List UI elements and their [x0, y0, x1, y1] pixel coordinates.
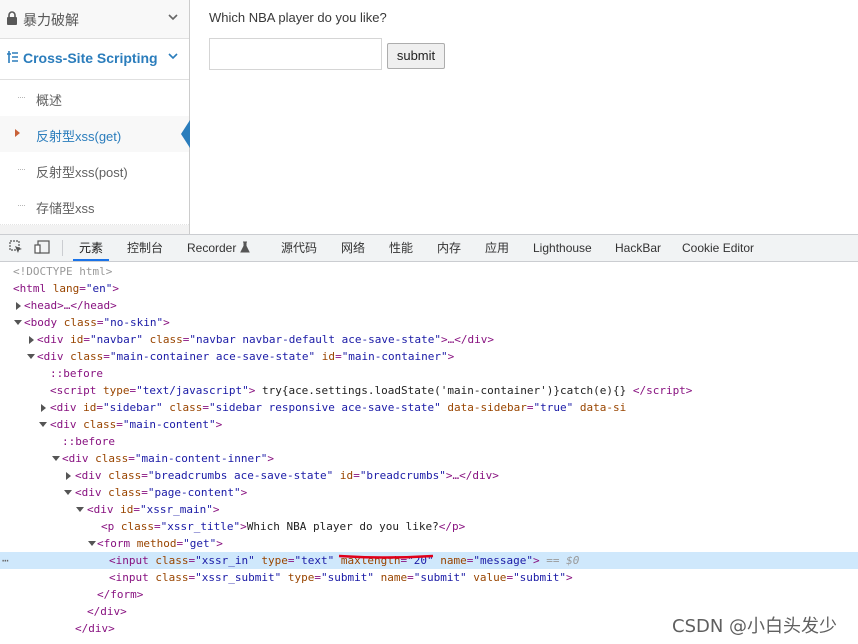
tab-cookie-editor[interactable]: Cookie Editor — [682, 235, 754, 261]
tab-lighthouse[interactable]: Lighthouse — [533, 235, 592, 261]
sidebar-item-label: 反射型xss(post) — [36, 165, 128, 180]
pseudo-element-text: ::before — [50, 367, 103, 380]
chevron-down-icon — [167, 49, 179, 65]
dom-node[interactable]: <div id="xssr_main"> — [0, 501, 858, 518]
node-text: <head>…</head> — [24, 299, 117, 312]
collapse-arrow-icon[interactable] — [27, 354, 35, 359]
csdn-watermark: CSDN @小白头发少 — [672, 616, 838, 637]
sidebar-item-xss[interactable]: Cross-Site Scripting — [0, 39, 189, 80]
sidebar-item-label: Cross-Site Scripting — [23, 50, 158, 66]
dom-node[interactable]: </form> — [0, 586, 858, 603]
dom-node[interactable]: <div class="main-content-inner"> — [0, 450, 858, 467]
tab-console[interactable]: 控制台 — [127, 235, 163, 261]
closing-tag-div: </div> — [87, 605, 127, 618]
dom-node[interactable]: <div class="main-content"> — [0, 416, 858, 433]
active-marker — [181, 120, 190, 148]
node-text: <div id="navbar" class="navbar navbar-de… — [37, 333, 495, 346]
dom-node[interactable]: <div id="sidebar" class="sidebar respons… — [0, 399, 858, 416]
dom-node[interactable]: <div class="main-container ace-save-stat… — [0, 348, 858, 365]
node-text: <div class="main-container ace-save-stat… — [37, 350, 455, 363]
lock-icon — [6, 11, 18, 28]
dom-node[interactable]: <div class="breadcrumbs ace-save-state" … — [0, 467, 858, 484]
collapse-arrow-icon[interactable] — [64, 490, 72, 495]
expand-arrow-icon[interactable] — [66, 472, 71, 480]
sidebar-item-brute-force[interactable]: 暴力破解 — [0, 0, 189, 39]
node-text: <p class="xssr_title">Which NBA player d… — [101, 520, 466, 533]
sidebar-item-stored-xss[interactable]: 存储型xss — [0, 188, 189, 225]
collapse-arrow-icon[interactable] — [88, 541, 96, 546]
node-text: <div class="main-content"> — [50, 418, 223, 431]
list-icon — [6, 50, 19, 67]
sidebar-item-reflected-xss-get[interactable]: 反射型xss(get) — [0, 116, 190, 153]
node-text: <input class="xssr_submit" type="submit"… — [109, 571, 573, 584]
web-page: 暴力破解 Cross-Site Scripting 概述 反射型xss(get) — [0, 0, 858, 234]
sidebar-item-overview[interactable]: 概述 — [0, 80, 189, 117]
collapse-arrow-icon[interactable] — [39, 422, 47, 427]
tab-application[interactable]: 应用 — [485, 235, 509, 261]
chevron-down-icon — [167, 10, 179, 26]
node-text: <body class="no-skin"> — [24, 316, 170, 329]
pseudo-element-text: ::before — [62, 435, 115, 448]
submit-button[interactable]: submit — [387, 43, 445, 69]
more-options-icon[interactable]: ⋯ — [2, 552, 9, 569]
tab-network[interactable]: 网络 — [341, 235, 365, 261]
sidebar-item-label: 存储型xss — [36, 201, 95, 216]
collapse-arrow-icon[interactable] — [14, 320, 22, 325]
tab-hackbar[interactable]: HackBar — [615, 235, 661, 261]
node-text: <html lang="en"> — [13, 282, 119, 295]
tree-line — [18, 205, 25, 206]
dom-node[interactable]: <body class="no-skin"> — [0, 314, 858, 331]
page-question: Which NBA player do you like? — [209, 10, 387, 25]
dom-node[interactable]: <head>…</head> — [0, 297, 858, 314]
toolbar-separator — [62, 240, 63, 256]
sidebar-item-label: 暴力破解 — [23, 12, 79, 28]
sidebar: 暴力破解 Cross-Site Scripting 概述 反射型xss(get) — [0, 0, 190, 234]
node-text: <div id="xssr_main"> — [87, 503, 220, 516]
doctype-text: <!DOCTYPE html> — [13, 265, 113, 278]
dom-node[interactable]: <!DOCTYPE html> — [0, 263, 858, 280]
dom-node[interactable]: <div class="page-content"> — [0, 484, 858, 501]
collapse-arrow-icon[interactable] — [52, 456, 60, 461]
sidebar-item-label: 概述 — [36, 93, 63, 108]
tab-elements[interactable]: 元素 — [73, 235, 110, 261]
device-toolbar-icon[interactable] — [34, 240, 50, 257]
expand-arrow-icon[interactable] — [29, 336, 34, 344]
tree-line — [18, 169, 25, 170]
dom-tree: <!DOCTYPE html> <html lang="en"> <head>…… — [0, 262, 858, 644]
node-text: <div class="breadcrumbs ace-save-state" … — [75, 469, 499, 482]
dom-node[interactable]: <html lang="en"> — [0, 280, 858, 297]
tab-memory[interactable]: 内存 — [437, 235, 461, 261]
dom-node[interactable]: <div id="navbar" class="navbar navbar-de… — [0, 331, 858, 348]
collapse-arrow-icon[interactable] — [76, 507, 84, 512]
devtools-toolbar: 元素 控制台 Recorder 源代码 网络 性能 内存 应用 Lighthou… — [0, 235, 858, 262]
node-text: <div class="main-content-inner"> — [62, 452, 274, 465]
sidebar-item-reflected-xss-post[interactable]: 反射型xss(post) — [0, 152, 189, 189]
message-input[interactable] — [209, 38, 382, 70]
dom-node[interactable]: <form method="get"> — [0, 535, 858, 552]
node-text: <script type="text/javascript"> try{ace.… — [50, 384, 693, 397]
inspect-element-icon[interactable] — [9, 240, 23, 257]
node-text: <div class="page-content"> — [75, 486, 248, 499]
expand-arrow-icon[interactable] — [16, 302, 21, 310]
closing-tag-div: </div> — [75, 622, 115, 635]
node-text: <form method="get"> — [97, 537, 223, 550]
dom-node-selected[interactable]: ⋯ <input class="xssr_in" type="text" max… — [0, 552, 858, 569]
dom-node[interactable]: ::before — [0, 365, 858, 382]
tree-line — [18, 97, 25, 98]
dom-node[interactable]: <input class="xssr_submit" type="submit"… — [0, 569, 858, 586]
flask-icon — [240, 235, 250, 261]
tab-recorder[interactable]: Recorder — [187, 235, 236, 261]
red-underline-annotation — [338, 554, 434, 559]
devtools-panel: 元素 控制台 Recorder 源代码 网络 性能 内存 应用 Lighthou… — [0, 234, 858, 644]
tab-performance[interactable]: 性能 — [389, 235, 413, 261]
closing-tag-form: </form> — [97, 588, 144, 601]
tab-sources[interactable]: 源代码 — [281, 235, 317, 261]
node-text: <div id="sidebar" class="sidebar respons… — [50, 401, 627, 414]
dom-node[interactable]: ::before — [0, 433, 858, 450]
dom-node[interactable]: <script type="text/javascript"> try{ace.… — [0, 382, 858, 399]
caret-right-icon — [15, 129, 20, 137]
dom-node[interactable]: <p class="xssr_title">Which NBA player d… — [0, 518, 858, 535]
expand-arrow-icon[interactable] — [41, 404, 46, 412]
sidebar-item-label: 反射型xss(get) — [36, 129, 122, 144]
